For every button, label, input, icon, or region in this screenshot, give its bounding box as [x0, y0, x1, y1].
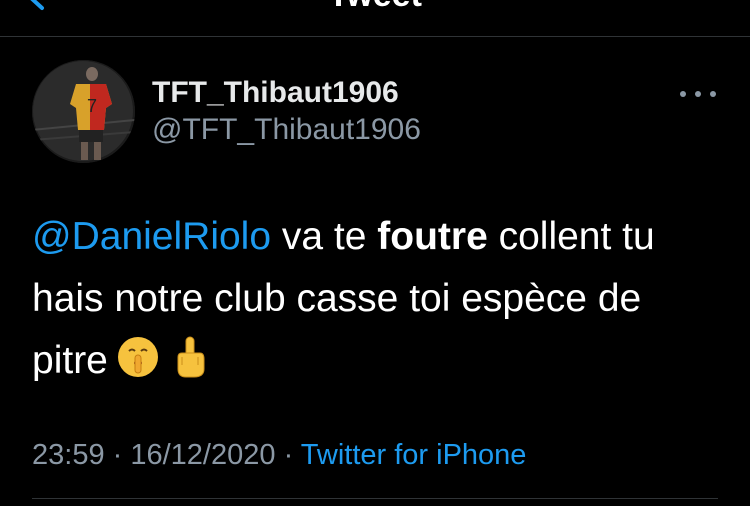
- mention-link[interactable]: @DanielRiolo: [32, 215, 271, 258]
- more-dot-icon: [680, 91, 686, 97]
- author-display-name[interactable]: TFT_Thibaut1906: [152, 76, 399, 110]
- svg-text:7: 7: [87, 96, 97, 116]
- more-options-button[interactable]: [680, 84, 716, 104]
- nav-title: Tweet: [0, 0, 750, 12]
- meta-separator: ·: [275, 439, 301, 471]
- author-handle[interactable]: @TFT_Thibaut1906: [152, 113, 421, 147]
- tweet-meta: 23:59 · 16/12/2020 · Twitter for iPhone: [32, 437, 526, 473]
- tweet-date: 16/12/2020: [130, 439, 276, 471]
- tweet-detail-screen: Tweet 7 TFT_Thibaut1906 @TFT_Thibaut1906: [0, 0, 750, 506]
- tweet-source-link[interactable]: Twitter for iPhone: [301, 439, 527, 471]
- more-dot-icon: [710, 91, 716, 97]
- middle-finger-icon: [177, 336, 205, 378]
- avatar-photo: 7: [32, 60, 135, 163]
- top-nav-bar: Tweet: [0, 0, 750, 37]
- meta-separator: ·: [104, 439, 131, 471]
- avatar[interactable]: 7: [32, 60, 135, 163]
- shushing-face-icon: [117, 337, 158, 377]
- tweet-text-part: va te: [271, 215, 378, 258]
- tweet-text: @DanielRiolo va te foutre collent tu hai…: [32, 206, 722, 392]
- divider: [32, 498, 718, 499]
- more-dot-icon: [695, 91, 701, 97]
- tweet-time: 23:59: [32, 439, 105, 471]
- tweet-text-bold: foutre: [377, 215, 488, 258]
